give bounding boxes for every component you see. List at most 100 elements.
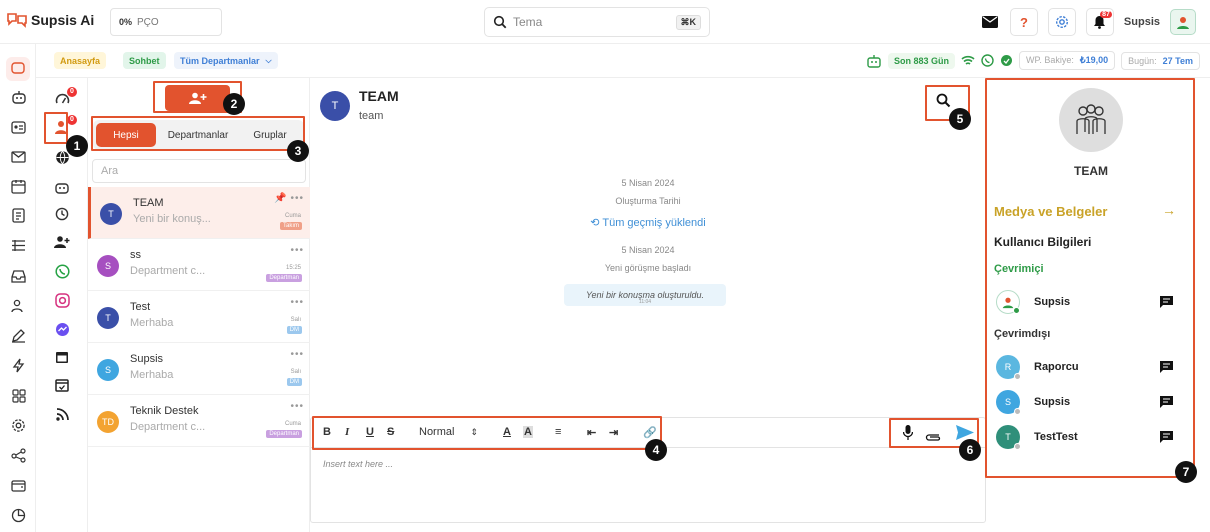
conversation-time: Salı (290, 369, 301, 375)
annotation-number-3: 3 (287, 140, 309, 162)
settings-button[interactable] (1047, 8, 1076, 36)
rail-share-icon[interactable] (10, 447, 27, 464)
nav-bot-icon[interactable] (54, 178, 70, 194)
app-name: Supsis Ai (31, 12, 95, 28)
rail-wallet-icon[interactable] (10, 477, 27, 494)
breadcrumb-home[interactable]: Anasayfa (54, 52, 107, 69)
conversation-name: Supsis (130, 353, 164, 365)
nav-event-icon[interactable] (54, 349, 70, 365)
rail-settings-icon[interactable] (10, 417, 27, 434)
progress-indicator[interactable]: 0% PÇO (110, 8, 222, 36)
annotation-box-4 (312, 416, 662, 450)
chevron-down-icon: ⌵ (265, 55, 272, 65)
list-item[interactable]: TD Teknik Destek Department c... ••• Cum… (88, 395, 310, 447)
conversation-tag: Departman (266, 430, 302, 438)
conversation-tag: DM (286, 326, 302, 334)
conversation-preview: Department c... (130, 421, 206, 433)
top-bar: Supsis Ai 0% PÇO Tema ⌘K ? 87 Supsis (0, 0, 1210, 44)
search-icon (493, 15, 507, 29)
chat-panel: T TEAM team 5 Nisan 2024 Oluşturma Tarih… (310, 78, 987, 532)
rail-chart-icon[interactable] (10, 507, 27, 524)
question-icon: ? (1019, 14, 1028, 30)
nav-whatsapp-icon[interactable] (54, 263, 70, 279)
rail-list-icon[interactable] (10, 237, 27, 254)
more-icon[interactable]: ••• (290, 245, 304, 256)
history-loaded-link[interactable]: ⟲ Tüm geçmiş yüklendi (310, 216, 986, 229)
conversation-time: 15:25 (285, 265, 301, 271)
mail-icon[interactable] (980, 16, 1000, 28)
list-item[interactable]: T TEAM Yeni bir konuş... 📌 ••• Cuma Takım (88, 187, 310, 239)
list-item[interactable]: S Supsis Merhaba ••• Salı DM (88, 343, 310, 395)
annotation-number-1: 1 (66, 135, 88, 157)
notification-badge: 87 (1100, 11, 1112, 18)
gear-icon (1055, 15, 1068, 29)
sub-bar: Anasayfa Sohbet Tüm Departmanlar ⌵ Son 8… (36, 44, 1210, 78)
conversation-preview: Department c... (130, 265, 206, 277)
annotation-box-3 (91, 116, 305, 151)
logo-icon (7, 13, 27, 28)
rail-contact-card-icon[interactable] (10, 119, 27, 136)
rail-document-icon[interactable] (10, 207, 27, 224)
rail-calendar-icon[interactable] (10, 178, 27, 195)
rail-users-icon[interactable] (10, 297, 27, 314)
list-item[interactable]: T Test Merhaba ••• Salı DM (88, 291, 310, 343)
annotation-number-7: 7 (1175, 461, 1197, 483)
conversation-tag: Takım (279, 222, 302, 230)
notifications-button[interactable]: 87 (1085, 8, 1114, 36)
robot-icon (867, 54, 881, 68)
chat-title: TEAM (359, 88, 399, 104)
nav-rss-icon[interactable] (54, 406, 70, 422)
avatar: TD (97, 411, 119, 433)
rail-edit-icon[interactable] (10, 327, 27, 344)
message-time: 11:04 (638, 299, 652, 305)
nav-team-add-icon[interactable] (54, 234, 70, 250)
conversation-time: Cuma (284, 421, 301, 427)
annotation-number-4: 4 (645, 439, 667, 461)
breadcrumb-chat[interactable]: Sohbet (123, 52, 166, 69)
nav-instagram-icon[interactable] (54, 292, 70, 308)
more-icon[interactable]: ••• (290, 297, 304, 308)
primary-rail (0, 44, 36, 532)
nav-badge: 0 (67, 115, 77, 125)
system-message: Yeni görüşme başladı (604, 263, 692, 273)
rail-bot-icon[interactable] (10, 88, 27, 105)
more-icon[interactable]: ••• (290, 349, 304, 360)
annotation-number-5: 5 (949, 108, 971, 130)
rail-grid-icon[interactable] (10, 387, 27, 404)
conversation-search-input[interactable]: Ara (92, 159, 306, 183)
app-logo[interactable]: Supsis Ai (6, 12, 94, 28)
rail-bolt-icon[interactable] (10, 357, 27, 374)
nav-badge: 0 (67, 87, 77, 97)
nav-history-icon[interactable] (54, 206, 70, 222)
rail-mail-icon[interactable] (10, 148, 27, 165)
message-bubble: Yeni bir konuşma oluşturuldu. 11:04 (564, 284, 726, 306)
wp-balance: WP. Bakiye: ₺19,00 (1019, 51, 1116, 70)
progress-label: PÇO (137, 16, 159, 28)
more-icon[interactable]: ••• (290, 401, 304, 412)
conversation-tag: DM (286, 378, 302, 386)
editor-placeholder[interactable]: Insert text here ... (323, 459, 393, 469)
help-button[interactable]: ? (1009, 8, 1038, 36)
rail-inbox-icon[interactable] (10, 267, 27, 284)
avatar: S (97, 359, 119, 381)
avatar: T (97, 307, 119, 329)
conversation-tag: Departman (266, 274, 302, 282)
nav-event-check-icon[interactable] (54, 377, 70, 393)
search-input[interactable]: Tema (513, 15, 542, 29)
list-item[interactable]: S ss Department c... ••• 15:25 Departman (88, 239, 310, 291)
chat-subtitle: team (359, 110, 384, 122)
global-search[interactable]: Tema ⌘K (484, 7, 710, 37)
system-message: Oluşturma Tarihi (615, 196, 681, 206)
sync-icon: ⟲ (590, 217, 603, 229)
nav-messenger-icon[interactable] (54, 321, 70, 337)
department-select[interactable]: Tüm Departmanlar ⌵ (174, 52, 278, 69)
nav-dashboard-icon[interactable]: 0 (54, 87, 77, 107)
more-icon[interactable]: 📌 ••• (274, 193, 304, 204)
annotation-box-7 (985, 78, 1195, 478)
today-value: 27 Tem (1162, 55, 1193, 66)
user-name[interactable]: Supsis (1124, 16, 1160, 28)
user-avatar[interactable] (1170, 9, 1196, 35)
rail-chat-icon[interactable] (6, 57, 30, 81)
conversation-name: ss (130, 249, 141, 261)
history-loaded-text: Tüm geçmiş yüklendi (602, 217, 706, 229)
